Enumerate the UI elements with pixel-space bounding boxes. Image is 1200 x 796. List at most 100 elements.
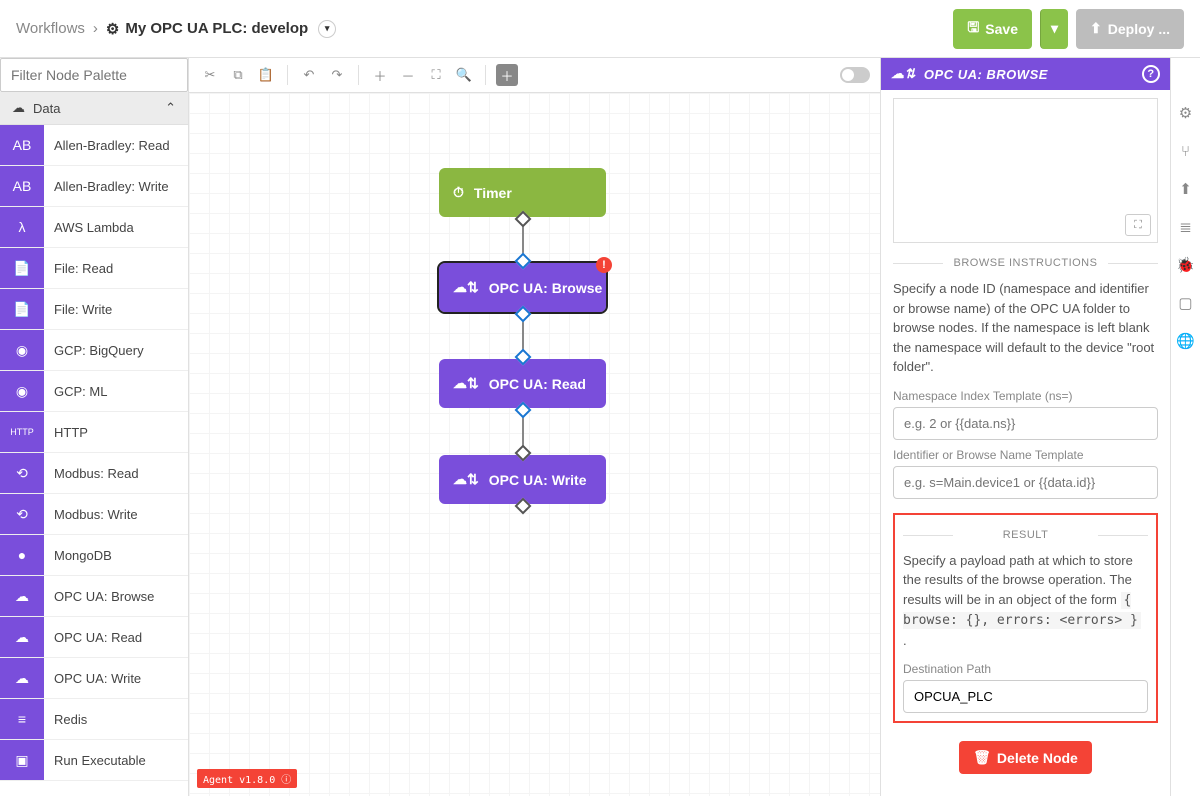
toggle-switch[interactable]: [840, 67, 870, 83]
output-port[interactable]: [514, 306, 531, 323]
zoom-out-icon[interactable]: －: [397, 64, 419, 86]
preview-box: ⛶: [893, 98, 1158, 243]
canvas-area: ✂ ⧉ 📋 ↶ ↷ ＋ － ⛶ 🔍 ＋ ⏱ Timer: [189, 58, 880, 796]
branch-icon[interactable]: ⑂: [1177, 142, 1195, 160]
palette-node-item[interactable]: λAWS Lambda: [0, 207, 188, 248]
upload-icon: ⬆: [1090, 20, 1102, 37]
node-label: Timer: [474, 185, 512, 201]
workflow-node-timer[interactable]: ⏱ Timer: [439, 168, 606, 217]
browse-description: Specify a node ID (namespace and identif…: [893, 279, 1158, 377]
copy-icon[interactable]: ⧉: [227, 64, 249, 86]
breadcrumb-root[interactable]: Workflows: [16, 20, 85, 37]
palette-filter-input[interactable]: [0, 58, 188, 92]
inspector-title: OPC UA: BROWSE: [924, 67, 1048, 82]
app-header: Workflows › ⚙ My OPC UA PLC: develop ▾ 🖫…: [0, 0, 1200, 58]
add-icon[interactable]: ＋: [496, 64, 518, 86]
node-type-icon: ◉: [0, 371, 44, 411]
agent-version-badge[interactable]: Agent v1.8.0 ⓘ: [197, 769, 297, 788]
cloud-icon: ☁: [12, 100, 25, 116]
cloud-sync-icon: ☁⇅: [453, 375, 479, 392]
chevron-down-icon[interactable]: ▾: [318, 20, 336, 38]
workflow-node-opcua-write[interactable]: ☁⇅ OPC UA: Write: [439, 455, 606, 504]
palette-node-item[interactable]: ABAllen-Bradley: Write: [0, 166, 188, 207]
identifier-input[interactable]: [893, 466, 1158, 499]
save-button[interactable]: 🖫 Save: [953, 9, 1032, 49]
palette-node-item[interactable]: ABAllen-Bradley: Read: [0, 125, 188, 166]
globe-icon[interactable]: 🌐: [1177, 332, 1195, 350]
cut-icon[interactable]: ✂: [199, 64, 221, 86]
node-label: OPC UA: Browse: [489, 280, 603, 296]
output-port[interactable]: [514, 402, 531, 419]
node-label: Allen-Bradley: Read: [44, 125, 188, 165]
palette-node-item[interactable]: HTTPHTTP: [0, 412, 188, 453]
deploy-button[interactable]: ⬆ Deploy ...: [1076, 9, 1184, 49]
expand-icon[interactable]: ⛶: [1125, 214, 1151, 236]
node-type-icon: ☁: [0, 658, 44, 698]
delete-node-button[interactable]: 🗑 Delete Node: [959, 741, 1092, 774]
palette-node-item[interactable]: ≡Redis: [0, 699, 188, 740]
box-icon[interactable]: ▢: [1177, 294, 1195, 312]
paste-icon[interactable]: 📋: [255, 64, 277, 86]
node-type-icon: ☁: [0, 576, 44, 616]
palette-node-item[interactable]: ☁OPC UA: Browse: [0, 576, 188, 617]
palette-node-item[interactable]: 📄File: Read: [0, 248, 188, 289]
node-label: Allen-Bradley: Write: [44, 166, 188, 206]
palette-node-item[interactable]: ⟲Modbus: Write: [0, 494, 188, 535]
database-icon[interactable]: ≣: [1177, 218, 1195, 236]
palette-node-item[interactable]: ⟲Modbus: Read: [0, 453, 188, 494]
destination-input[interactable]: [903, 680, 1148, 713]
header-actions: 🖫 Save ▾ ⬆ Deploy ...: [953, 9, 1184, 49]
namespace-input[interactable]: [893, 407, 1158, 440]
palette-node-item[interactable]: ☁OPC UA: Write: [0, 658, 188, 699]
node-label: OPC UA: Read: [489, 376, 586, 392]
node-type-icon: λ: [0, 207, 44, 247]
bug-icon[interactable]: 🐞: [1177, 256, 1195, 274]
zoom-in-icon[interactable]: ＋: [369, 64, 391, 86]
palette-node-item[interactable]: ●MongoDB: [0, 535, 188, 576]
node-label: GCP: ML: [44, 371, 188, 411]
palette-node-item[interactable]: ☁OPC UA: Read: [0, 617, 188, 658]
palette-node-item[interactable]: ▣Run Executable: [0, 740, 188, 781]
node-label: OPC UA: Browse: [44, 576, 188, 616]
separator: [485, 65, 486, 85]
gear-icon[interactable]: ⚙: [1177, 104, 1195, 122]
node-type-icon: ●: [0, 535, 44, 575]
node-label: MongoDB: [44, 535, 188, 575]
identifier-label: Identifier or Browse Name Template: [893, 448, 1158, 462]
node-label: Modbus: Read: [44, 453, 188, 493]
help-icon[interactable]: ?: [1142, 65, 1160, 83]
section-heading-result: RESULT: [903, 529, 1148, 541]
undo-icon[interactable]: ↶: [298, 64, 320, 86]
input-port[interactable]: [514, 253, 531, 270]
error-badge-icon: !: [596, 257, 612, 273]
palette-node-item[interactable]: 📄File: Write: [0, 289, 188, 330]
workflow-canvas[interactable]: ⏱ Timer ☁⇅ OPC UA: Browse ! ☁⇅ OPC UA: R…: [189, 93, 880, 796]
search-icon[interactable]: 🔍: [453, 64, 475, 86]
input-port[interactable]: [514, 445, 531, 462]
breadcrumb: Workflows › ⚙ My OPC UA PLC: develop ▾: [16, 20, 336, 38]
palette-category-header[interactable]: ☁ Data ⌃: [0, 92, 188, 125]
inspector-header: ☁⇅ OPC UA: BROWSE ?: [881, 58, 1170, 90]
node-label: HTTP: [44, 412, 188, 452]
save-dropdown-button[interactable]: ▾: [1040, 9, 1068, 49]
fit-icon[interactable]: ⛶: [425, 64, 447, 86]
trash-icon: 🗑: [973, 749, 991, 766]
section-heading-browse: BROWSE INSTRUCTIONS: [893, 257, 1158, 269]
cloud-sync-icon: ☁⇅: [453, 279, 479, 296]
node-type-icon: AB: [0, 166, 44, 206]
redo-icon[interactable]: ↷: [326, 64, 348, 86]
breadcrumb-current: ⚙ My OPC UA PLC: develop ▾: [106, 20, 336, 38]
palette-node-item[interactable]: ◉GCP: BigQuery: [0, 330, 188, 371]
clock-icon: ⏱: [453, 184, 464, 201]
palette-node-item[interactable]: ◉GCP: ML: [0, 371, 188, 412]
output-port[interactable]: [514, 211, 531, 228]
workflow-node-opcua-read[interactable]: ☁⇅ OPC UA: Read: [439, 359, 606, 408]
workflow-node-opcua-browse[interactable]: ☁⇅ OPC UA: Browse !: [439, 263, 606, 312]
separator: [287, 65, 288, 85]
output-port[interactable]: [514, 498, 531, 515]
cloud-sync-icon: ☁⇅: [891, 66, 916, 82]
node-type-icon: 📄: [0, 289, 44, 329]
input-port[interactable]: [514, 349, 531, 366]
upload-icon[interactable]: ⬆: [1177, 180, 1195, 198]
breadcrumb-separator: ›: [93, 20, 98, 37]
